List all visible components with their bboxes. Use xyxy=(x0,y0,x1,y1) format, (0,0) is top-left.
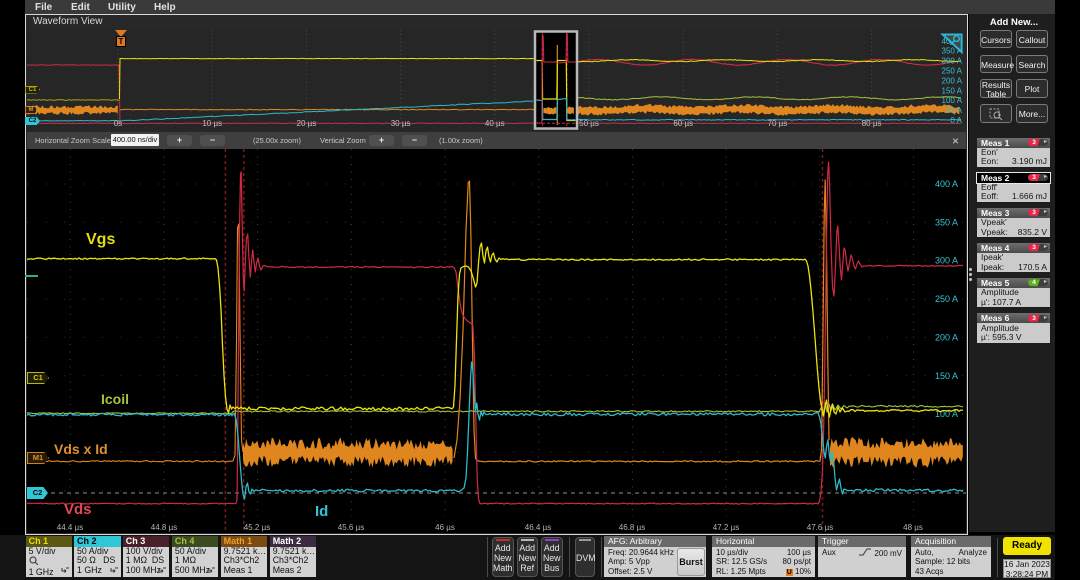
svg-text:0s: 0s xyxy=(114,119,122,128)
svg-text:300 A: 300 A xyxy=(942,57,963,66)
svg-text:200 A: 200 A xyxy=(942,76,963,85)
svg-text:150 A: 150 A xyxy=(935,371,958,381)
svg-text:0 A: 0 A xyxy=(950,116,962,125)
svg-text:100 A: 100 A xyxy=(942,96,963,105)
svg-text:30 µs: 30 µs xyxy=(391,119,411,128)
svg-text:350 A: 350 A xyxy=(935,217,958,227)
svg-text:300 A: 300 A xyxy=(935,256,958,266)
svg-text:50 A: 50 A xyxy=(946,106,963,115)
svg-text:250 A: 250 A xyxy=(935,294,958,304)
svg-text:80 µs: 80 µs xyxy=(862,119,882,128)
svg-text:50 µs: 50 µs xyxy=(579,119,599,128)
svg-text:250 A: 250 A xyxy=(942,67,963,76)
svg-text:20 µs: 20 µs xyxy=(297,119,317,128)
svg-text:70 µs: 70 µs xyxy=(768,119,788,128)
svg-text:10 µs: 10 µs xyxy=(202,119,222,128)
svg-text:200 A: 200 A xyxy=(935,332,958,342)
svg-text:150 A: 150 A xyxy=(942,86,963,95)
svg-text:400 A: 400 A xyxy=(935,179,958,189)
svg-text:40 µs: 40 µs xyxy=(485,119,505,128)
svg-text:60 µs: 60 µs xyxy=(673,119,693,128)
